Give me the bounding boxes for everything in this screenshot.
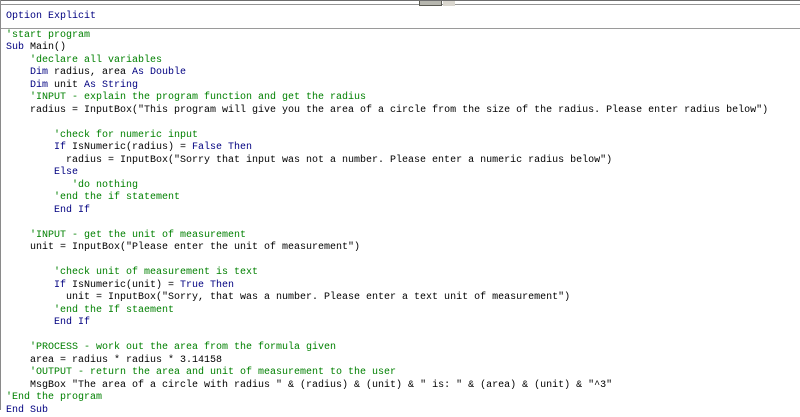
code-line[interactable]: If IsNumeric(radius) = False Then xyxy=(6,142,800,155)
code-area[interactable]: Option Explicit'start programSub Main()'… xyxy=(1,6,800,410)
code-line[interactable]: 'check for numeric input xyxy=(6,130,800,143)
code-line[interactable]: 'end the If staement xyxy=(6,305,800,318)
keyword-token: True Then xyxy=(180,280,234,291)
comment-token: 'declare all variables xyxy=(30,55,162,66)
comment-token: 'INPUT - get the unit of measurement xyxy=(30,230,246,241)
code-line[interactable]: Sub Main() xyxy=(6,42,800,55)
code-line[interactable]: If IsNumeric(unit) = True Then xyxy=(6,280,800,293)
code-line[interactable]: 'INPUT - explain the program function an… xyxy=(6,92,800,105)
comment-token: 'do nothing xyxy=(72,180,138,191)
code-line[interactable]: radius = InputBox("Sorry that input was … xyxy=(6,155,800,168)
code-editor-window: Option Explicit'start programSub Main()'… xyxy=(0,0,800,410)
code-line[interactable]: 'INPUT - get the unit of measurement xyxy=(6,230,800,243)
code-token: MsgBox "The area of a circle with radius… xyxy=(30,380,612,391)
code-line[interactable]: Else xyxy=(6,167,800,180)
comment-token: 'check for numeric input xyxy=(54,130,198,141)
keyword-token: Sub xyxy=(6,42,30,53)
comment-token: 'INPUT - explain the program function an… xyxy=(30,92,366,103)
code-line[interactable]: 'PROCESS - work out the area from the fo… xyxy=(6,342,800,355)
keyword-token: If xyxy=(54,280,72,291)
keyword-token: End Sub xyxy=(6,405,48,416)
code-line[interactable]: 'check unit of measurement is text xyxy=(6,267,800,280)
keyword-token: As String xyxy=(84,80,138,91)
code-token: IsNumeric(radius) = xyxy=(72,142,192,153)
code-line[interactable]: 'start program xyxy=(6,30,800,43)
window-top-edge xyxy=(1,0,800,5)
comment-token: 'end the If staement xyxy=(54,305,174,316)
keyword-token: Dim xyxy=(30,80,54,91)
code-token: Main() xyxy=(30,42,66,53)
code-line[interactable]: area = radius * radius * 3.14158 xyxy=(6,355,800,368)
keyword-token: Dim xyxy=(30,67,54,78)
code-line[interactable]: Dim unit As String xyxy=(6,80,800,93)
code-line[interactable]: radius = InputBox("This program will giv… xyxy=(6,105,800,118)
code-line[interactable] xyxy=(6,217,800,230)
code-line[interactable]: 'End the program xyxy=(6,392,800,405)
code-token: unit = InputBox("Sorry, that was a numbe… xyxy=(66,292,570,303)
code-line[interactable] xyxy=(6,255,800,268)
code-line[interactable]: Option Explicit xyxy=(6,11,800,24)
code-token: unit xyxy=(54,80,84,91)
code-line[interactable]: MsgBox "The area of a circle with radius… xyxy=(6,380,800,393)
code-line[interactable]: unit = InputBox("Please enter the unit o… xyxy=(6,242,800,255)
code-line[interactable]: End If xyxy=(6,317,800,330)
code-line[interactable] xyxy=(6,330,800,343)
code-line[interactable]: 'do nothing xyxy=(6,180,800,193)
declarations-separator xyxy=(1,24,800,29)
comment-token: 'start program xyxy=(6,30,90,41)
keyword-token: Option Explicit xyxy=(6,11,96,22)
code-line[interactable]: End If xyxy=(6,205,800,218)
keyword-token: If xyxy=(54,142,72,153)
code-line[interactable]: 'OUTPUT - return the area and unit of me… xyxy=(6,367,800,380)
keyword-token: As Double xyxy=(132,67,186,78)
code-token: radius, area xyxy=(54,67,132,78)
comment-token: 'check unit of measurement is text xyxy=(54,267,258,278)
keyword-token: End If xyxy=(54,317,90,328)
code-line[interactable]: Dim radius, area As Double xyxy=(6,67,800,80)
comment-token: 'end the if statement xyxy=(54,192,180,203)
code-token: radius = InputBox("This program will giv… xyxy=(30,105,768,116)
comment-token: 'End the program xyxy=(6,392,102,403)
code-token: IsNumeric(unit) = xyxy=(72,280,180,291)
comment-token: 'OUTPUT - return the area and unit of me… xyxy=(30,367,396,378)
keyword-token: Else xyxy=(54,167,78,178)
keyword-token: False Then xyxy=(192,142,252,153)
code-token: radius = InputBox("Sorry that input was … xyxy=(66,155,612,166)
code-line[interactable]: End Sub xyxy=(6,405,800,417)
code-token: unit = InputBox("Please enter the unit o… xyxy=(30,242,360,253)
code-line[interactable]: 'end the if statement xyxy=(6,192,800,205)
code-line[interactable]: 'declare all variables xyxy=(6,55,800,68)
code-token: area = radius * radius * 3.14158 xyxy=(30,355,222,366)
keyword-token: End If xyxy=(54,205,90,216)
comment-token: 'PROCESS - work out the area from the fo… xyxy=(30,342,336,353)
code-line[interactable]: unit = InputBox("Sorry, that was a numbe… xyxy=(6,292,800,305)
code-line[interactable] xyxy=(6,117,800,130)
